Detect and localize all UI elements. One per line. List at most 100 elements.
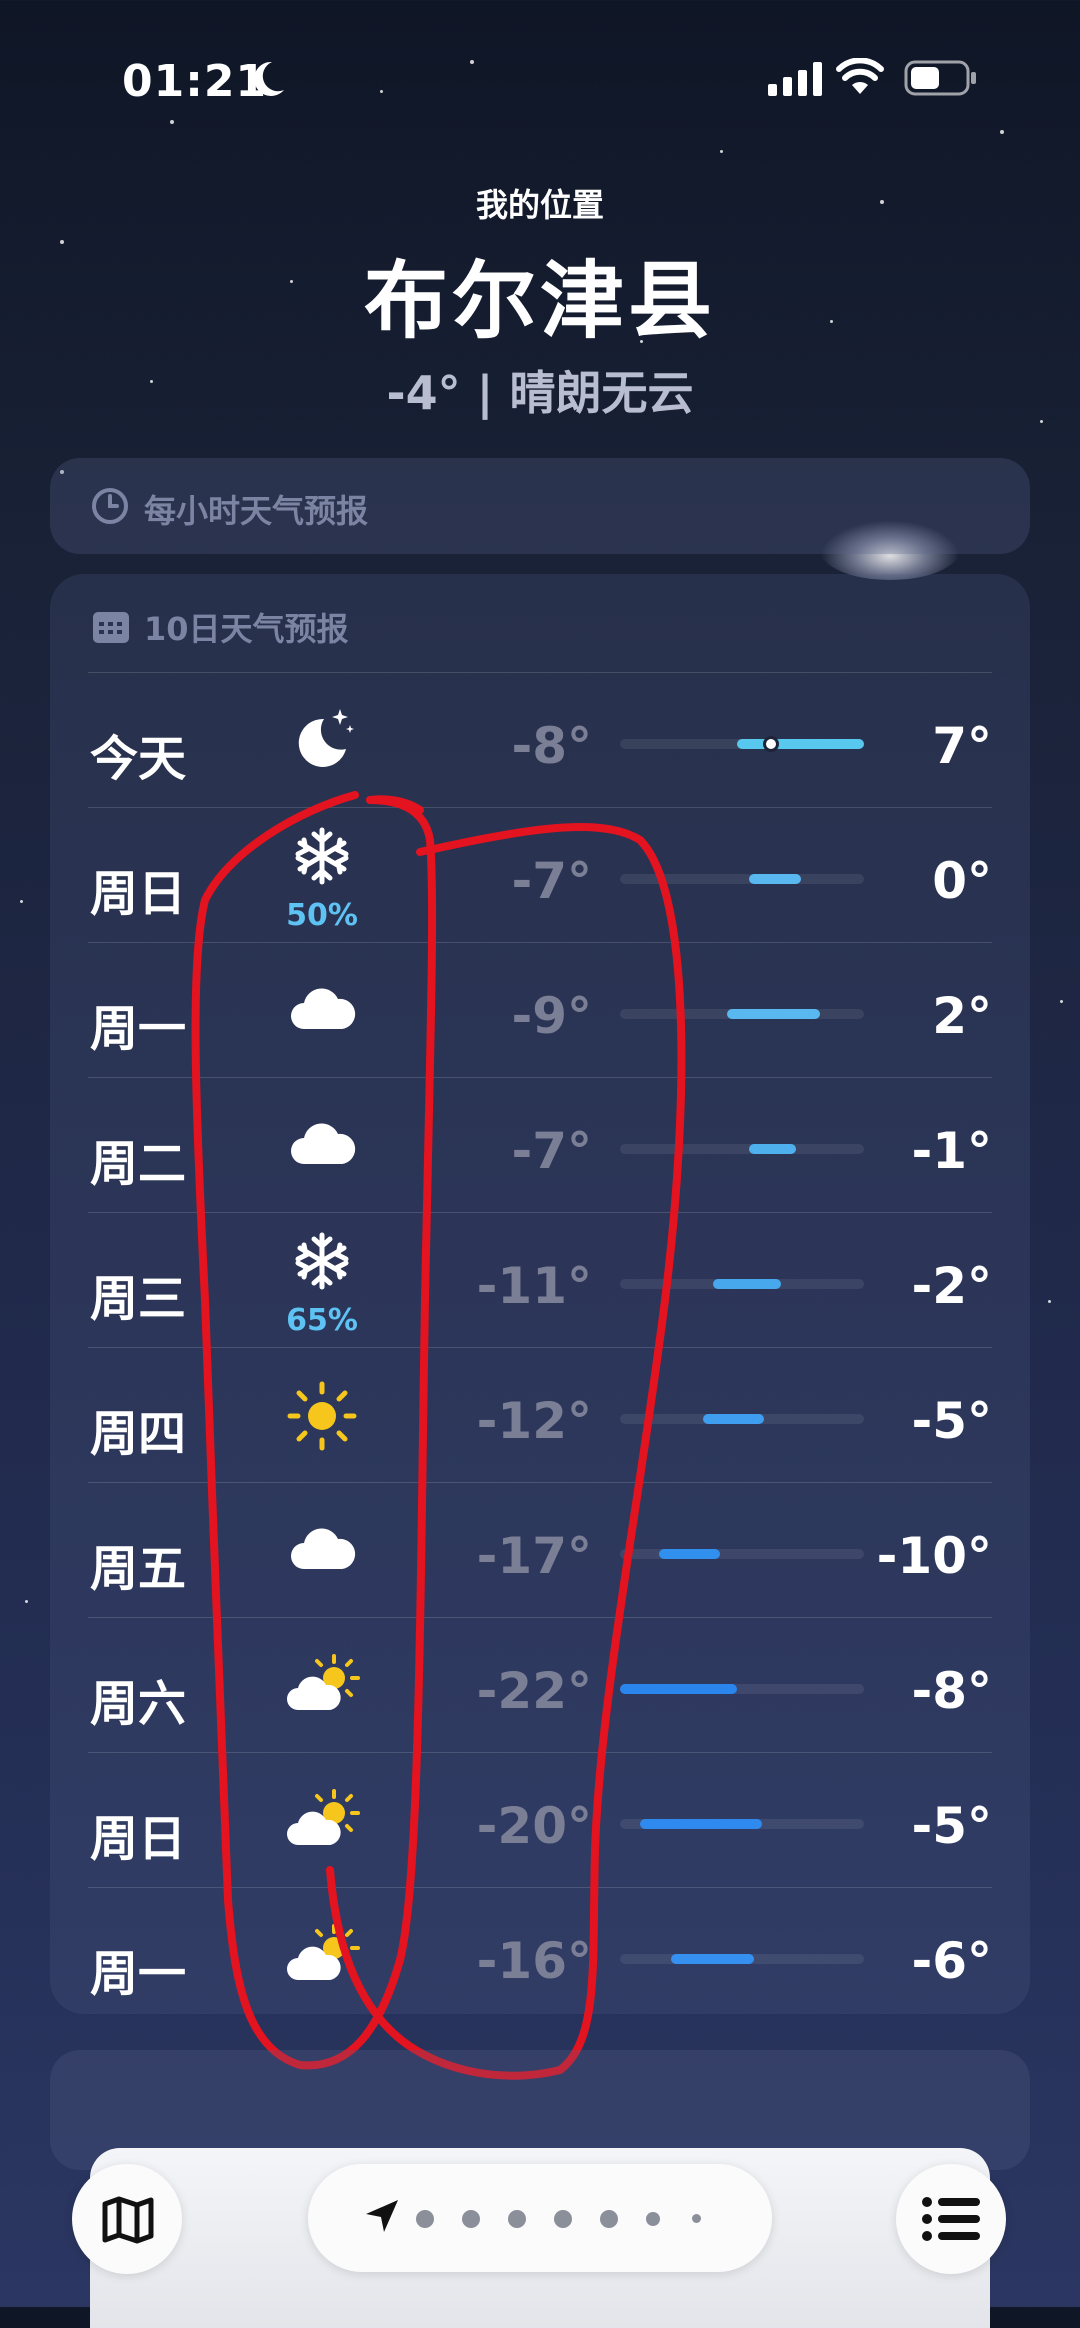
- temp-range-bar: [620, 736, 864, 752]
- partly-cloudy-icon: [284, 1918, 360, 1994]
- list-icon: [922, 2196, 980, 2246]
- low-temp: -7°: [511, 852, 592, 910]
- cloud-icon: [284, 1513, 360, 1589]
- moon-icon: [246, 58, 288, 104]
- partly-cloudy-icon: [284, 1648, 360, 1724]
- temp-range-bar: [620, 874, 864, 884]
- forecast-row[interactable]: 周二 -7° -1°: [88, 1077, 992, 1212]
- temp-range-fill: [659, 1549, 721, 1559]
- temp-range-bar: [620, 1549, 864, 1559]
- high-temp: -5°: [911, 1797, 992, 1855]
- temp-range-bar: [620, 1684, 864, 1694]
- page-dot[interactable]: [600, 2210, 618, 2228]
- moon-stars-icon: [284, 703, 360, 779]
- page-dot[interactable]: [508, 2210, 526, 2228]
- page-dot[interactable]: [462, 2210, 480, 2228]
- temp-range-fill: [727, 1009, 821, 1019]
- temp-range-bar: [620, 1144, 864, 1154]
- high-temp: 2°: [932, 987, 992, 1045]
- forecast-day: 周日: [90, 1811, 187, 1867]
- forecast-day: 周日: [90, 866, 187, 922]
- map-button[interactable]: [72, 2164, 182, 2274]
- forecast-day: 周二: [90, 1136, 187, 1192]
- snowflake-icon: [284, 826, 360, 902]
- cellular-signal-icon: [768, 62, 824, 100]
- current-temp-dot: [763, 736, 780, 752]
- calendar-icon: [92, 610, 130, 648]
- low-temp: -16°: [476, 1932, 592, 1990]
- temp-range-bar: [620, 1009, 864, 1019]
- forecast-row[interactable]: 今天 -8° 7°: [88, 672, 992, 807]
- temp-range-bar: [620, 1414, 864, 1424]
- low-temp: -20°: [476, 1797, 592, 1855]
- high-temp: 7°: [932, 717, 992, 775]
- temp-range-fill: [702, 1414, 764, 1424]
- forecast-row[interactable]: 周五 -17° -10°: [88, 1482, 992, 1617]
- battery-icon: [904, 60, 978, 100]
- forecast-day: 周一: [90, 1946, 187, 2002]
- forecast-row[interactable]: 周日 -20° -5°: [88, 1752, 992, 1887]
- clock-icon: [90, 486, 130, 530]
- temp-range-fill: [712, 1279, 782, 1289]
- forecast-day: 周一: [90, 1001, 187, 1057]
- low-temp: -8°: [511, 717, 592, 775]
- forecast-day: 今天: [90, 731, 187, 787]
- high-temp: -1°: [911, 1122, 992, 1180]
- cloud-icon: [284, 1108, 360, 1184]
- list-button[interactable]: [896, 2164, 1006, 2274]
- low-temp: -7°: [511, 1122, 592, 1180]
- temp-range-fill: [671, 1954, 755, 1964]
- low-temp: -9°: [511, 987, 592, 1045]
- page-dot[interactable]: [416, 2210, 434, 2228]
- precip-chance: 65%: [286, 1303, 358, 1338]
- ten-day-title: 10日天气预报: [144, 610, 349, 648]
- page-dot[interactable]: [692, 2214, 701, 2223]
- ten-day-forecast-card[interactable]: 10日天气预报 今天 -8° 7° 周日 50% -7° 0° 周一 -9° 2° 周二 -7° -1°…: [50, 574, 1030, 2014]
- city-name: 布尔津县: [363, 252, 716, 350]
- forecast-row[interactable]: 周三 65% -11° -2°: [88, 1212, 992, 1347]
- hourly-title: 每小时天气预报: [144, 492, 369, 530]
- forecast-row[interactable]: 周六 -22° -8°: [88, 1617, 992, 1752]
- hourly-forecast-card[interactable]: 每小时天气预报: [50, 458, 1030, 554]
- partly-cloudy-icon: [284, 1783, 360, 1859]
- high-temp: -8°: [911, 1662, 992, 1720]
- forecast-row[interactable]: 周四 -12° -5°: [88, 1347, 992, 1482]
- forecast-day: 周四: [90, 1406, 187, 1462]
- forecast-day: 周六: [90, 1676, 187, 1732]
- high-temp: -5°: [911, 1392, 992, 1450]
- current-conditions: -4° | 晴朗无云: [386, 366, 694, 420]
- location-header: 我的位置 布尔津县 -4° | 晴朗无云: [0, 180, 1080, 423]
- forecast-row[interactable]: 周日 50% -7° 0°: [88, 807, 992, 942]
- temp-range-fill: [639, 1819, 762, 1829]
- temp-range-fill: [620, 1684, 738, 1694]
- temp-range-fill: [749, 1144, 796, 1154]
- high-temp: -10°: [876, 1527, 992, 1585]
- location-arrow-icon: [364, 2198, 400, 2238]
- low-temp: -22°: [476, 1662, 592, 1720]
- location-label: 我的位置: [475, 186, 604, 224]
- page-dot[interactable]: [554, 2210, 572, 2228]
- status-bar: 01:21: [0, 50, 1080, 110]
- forecast-row[interactable]: 周一 -16° -6°: [88, 1887, 992, 2022]
- low-temp: -17°: [476, 1527, 592, 1585]
- precip-chance: 50%: [286, 898, 358, 933]
- low-temp: -11°: [476, 1257, 592, 1315]
- forecast-day: 周五: [90, 1541, 187, 1597]
- page-dot[interactable]: [646, 2212, 660, 2226]
- forecast-day: 周三: [90, 1271, 187, 1327]
- wifi-icon: [836, 57, 884, 100]
- page-indicator[interactable]: [308, 2164, 772, 2272]
- cloud-icon: [284, 973, 360, 1049]
- low-temp: -12°: [476, 1392, 592, 1450]
- temp-range-fill: [749, 874, 801, 884]
- forecast-row[interactable]: 周一 -9° 2°: [88, 942, 992, 1077]
- high-temp: 0°: [932, 852, 992, 910]
- snowflake-icon: [284, 1231, 360, 1307]
- temp-range-bar: [620, 1954, 864, 1964]
- temp-range-bar: [620, 1819, 864, 1829]
- temp-range-bar: [620, 1279, 864, 1289]
- temp-range-fill: [737, 739, 864, 749]
- high-temp: -2°: [911, 1257, 992, 1315]
- high-temp: -6°: [911, 1932, 992, 1990]
- sun-icon: [284, 1378, 360, 1454]
